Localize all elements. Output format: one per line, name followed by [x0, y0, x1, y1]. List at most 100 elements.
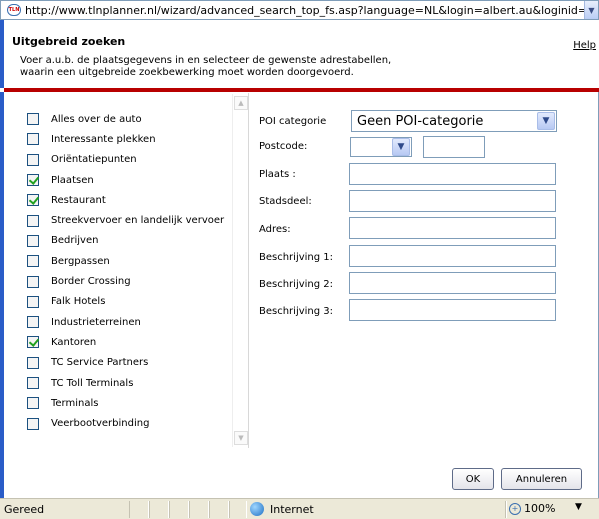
category-item[interactable]: Oriëntatiepunten: [27, 150, 224, 170]
category-label: Kantoren: [51, 336, 97, 348]
category-checkbox[interactable]: [27, 377, 39, 389]
dialog-body: Alles over de auto Interessante plekken Or…: [0, 92, 599, 498]
category-label: Border Crossing: [51, 276, 131, 288]
category-checkbox[interactable]: [27, 397, 39, 410]
category-label: Bergpassen: [51, 255, 110, 267]
status-segment: [505, 501, 507, 518]
beschrijving-1-input[interactable]: [349, 245, 556, 267]
category-item[interactable]: Veerbootverbinding: [27, 413, 224, 433]
header-description: Voer a.u.b. de plaatsgegevens in en sele…: [20, 55, 560, 79]
description-line-1: Voer a.u.b. de plaatsgegevens in en sele…: [20, 55, 392, 66]
category-item[interactable]: Kantoren: [27, 332, 224, 352]
cancel-button[interactable]: Annuleren: [501, 468, 582, 490]
poi-dropdown-button[interactable]: ▼: [537, 112, 555, 130]
stadsdeel-input[interactable]: [349, 190, 556, 212]
category-checkbox[interactable]: [27, 316, 39, 329]
category-checkbox[interactable]: [27, 295, 39, 308]
status-text: Gereed: [4, 503, 45, 516]
plaats-label: Plaats :: [259, 169, 296, 180]
category-label: Veerbootverbinding: [51, 418, 150, 430]
category-checkbox[interactable]: [27, 174, 39, 187]
beschrijving-3-input[interactable]: [349, 299, 556, 321]
site-favicon-icon: TLN: [7, 4, 21, 16]
category-label: Streekvervoer en landelijk vervoer: [51, 215, 225, 227]
status-segment: [169, 501, 189, 518]
category-item[interactable]: Terminals: [27, 393, 224, 413]
category-checkbox[interactable]: [27, 194, 39, 207]
security-zone: Internet: [250, 502, 314, 516]
adres-label: Adres:: [259, 224, 291, 235]
help-link[interactable]: Help: [573, 40, 596, 51]
category-label: Interessante plekken: [51, 133, 156, 145]
zone-label: Internet: [270, 502, 314, 516]
category-label: TC Service Partners: [51, 357, 149, 369]
category-label: Alles over de auto: [51, 113, 142, 125]
category-item[interactable]: Alles over de auto: [27, 109, 224, 129]
category-scrollbar[interactable]: ▲ ▼: [232, 94, 248, 447]
globe-icon: [250, 502, 264, 516]
postcode-input[interactable]: [423, 136, 485, 158]
description-line-2: waarin een uitgebreide zoekbewerking moe…: [20, 67, 354, 78]
category-item[interactable]: Falk Hotels: [27, 292, 224, 312]
category-label: Bedrijven: [51, 235, 99, 247]
zoom-dropdown-icon[interactable]: ▼: [575, 502, 582, 512]
scroll-up-button[interactable]: ▲: [234, 96, 248, 110]
category-label: Oriëntatiepunten: [51, 154, 137, 166]
beschrijving-2-label: Beschrijving 2:: [259, 279, 334, 290]
category-item[interactable]: Industrieterreinen: [27, 312, 224, 332]
adres-input[interactable]: [349, 217, 556, 239]
beschrijving-3-label: Beschrijving 3:: [259, 306, 334, 317]
category-checkbox[interactable]: [27, 417, 39, 430]
category-label: Falk Hotels: [51, 296, 106, 308]
postcode-country-select[interactable]: ▼: [350, 137, 412, 157]
status-segment: [149, 501, 169, 518]
category-label: Plaatsen: [51, 174, 94, 186]
plaats-input[interactable]: [349, 163, 556, 185]
chevron-down-icon: ▼: [238, 434, 244, 442]
beschrijving-1-label: Beschrijving 1:: [259, 252, 334, 263]
poi-category-select[interactable]: Geen POI-categorie ▼: [351, 110, 557, 132]
category-label: TC Toll Terminals: [51, 377, 134, 389]
category-label: Industrieterreinen: [51, 316, 141, 328]
category-checkbox[interactable]: [27, 214, 39, 227]
category-item[interactable]: Restaurant: [27, 190, 224, 210]
ok-button[interactable]: OK: [452, 468, 494, 490]
category-item[interactable]: Bedrijven: [27, 231, 224, 251]
category-item[interactable]: Bergpassen: [27, 251, 224, 271]
address-bar[interactable]: TLN http://www.tlnplanner.nl/wizard/adva…: [0, 0, 599, 20]
category-checkbox[interactable]: [27, 336, 39, 349]
chevron-down-icon: ▼: [542, 116, 550, 126]
category-item[interactable]: Streekvervoer en landelijk vervoer: [27, 210, 224, 230]
category-checkbox[interactable]: [27, 275, 39, 288]
category-item[interactable]: Interessante plekken: [27, 129, 224, 149]
category-label: Restaurant: [51, 194, 106, 206]
category-checkbox[interactable]: [27, 356, 39, 369]
category-label: Terminals: [51, 397, 99, 409]
postcode-dropdown-button[interactable]: ▼: [392, 138, 410, 156]
address-dropdown-button[interactable]: ▼: [584, 1, 598, 19]
chevron-up-icon: ▲: [238, 99, 244, 107]
poi-category-value: Geen POI-categorie: [357, 113, 484, 129]
scroll-down-button[interactable]: ▼: [234, 431, 248, 445]
zoom-control[interactable]: + 100%: [509, 502, 555, 515]
category-item[interactable]: Border Crossing: [27, 271, 224, 291]
category-checkbox[interactable]: [27, 234, 39, 247]
category-checkbox[interactable]: [27, 255, 39, 268]
category-list: Alles over de auto Interessante plekken Or…: [27, 109, 224, 434]
category-item[interactable]: TC Toll Terminals: [27, 373, 224, 393]
category-checkbox[interactable]: [27, 153, 39, 166]
status-bar: Gereed Internet + 100% ▼: [0, 498, 599, 519]
category-item[interactable]: Plaatsen: [27, 170, 224, 190]
beschrijving-2-input[interactable]: [349, 272, 556, 294]
status-segment: [209, 501, 229, 518]
category-checkbox[interactable]: [27, 113, 39, 126]
url-text[interactable]: http://www.tlnplanner.nl/wizard/advanced…: [25, 4, 584, 17]
zoom-icon: +: [509, 502, 521, 515]
status-segment: [129, 501, 149, 518]
status-segment: [189, 501, 209, 518]
category-item[interactable]: TC Service Partners: [27, 353, 224, 373]
page-title: Uitgebreid zoeken: [12, 35, 126, 48]
category-checkbox[interactable]: [27, 133, 39, 146]
dialog-header: Uitgebreid zoeken Help Voer a.u.b. de pl…: [0, 20, 599, 88]
chevron-down-icon: ▼: [397, 142, 405, 152]
